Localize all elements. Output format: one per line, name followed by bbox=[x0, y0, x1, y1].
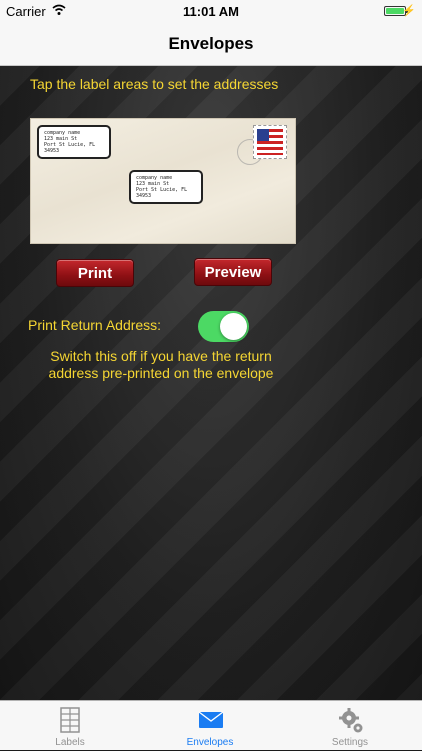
print-button[interactable]: Print bbox=[56, 259, 134, 287]
destination-address-line: Port St Lucie, FL 34953 bbox=[136, 187, 188, 199]
envelope-icon bbox=[198, 711, 224, 728]
envelope-preview: company name 123 main St Port St Lucie, … bbox=[30, 118, 296, 244]
envelope-screen: Tap the label areas to set the addresses… bbox=[0, 66, 422, 700]
us-flag-stamp-icon bbox=[253, 125, 287, 159]
tab-envelopes[interactable]: Envelopes bbox=[140, 701, 280, 751]
charging-icon: ⚡ bbox=[402, 5, 416, 17]
grid-icon bbox=[60, 707, 80, 733]
page-title: Envelopes bbox=[168, 34, 254, 53]
return-address-line: Port St Lucie, FL 34953 bbox=[44, 142, 96, 154]
tab-label: Envelopes bbox=[186, 737, 234, 748]
gears-icon bbox=[339, 708, 363, 733]
return-address-label-area[interactable]: company name 123 main St Port St Lucie, … bbox=[37, 125, 111, 159]
print-return-address-toggle[interactable] bbox=[198, 311, 249, 342]
print-return-address-label: Print Return Address: bbox=[28, 317, 162, 333]
tab-settings[interactable]: Settings bbox=[280, 701, 420, 751]
tab-labels[interactable]: Labels bbox=[0, 701, 140, 751]
clock: 11:01 AM bbox=[183, 4, 239, 19]
status-bar: Carrier 11:01 AM ⚡ bbox=[0, 0, 422, 22]
tab-bar: Labels Envelopes Settings bbox=[0, 700, 422, 750]
destination-address-label-area[interactable]: company name 123 main St Port St Lucie, … bbox=[129, 170, 203, 204]
instruction-text: Tap the label areas to set the addresses bbox=[30, 76, 279, 92]
toggle-hint-text: Switch this off if you have the return a… bbox=[48, 348, 274, 381]
tab-label: Labels bbox=[55, 737, 85, 748]
toggle-knob bbox=[220, 313, 247, 340]
tab-label: Settings bbox=[331, 737, 369, 748]
navigation-bar: Envelopes bbox=[0, 22, 422, 66]
preview-button[interactable]: Preview bbox=[194, 258, 272, 286]
